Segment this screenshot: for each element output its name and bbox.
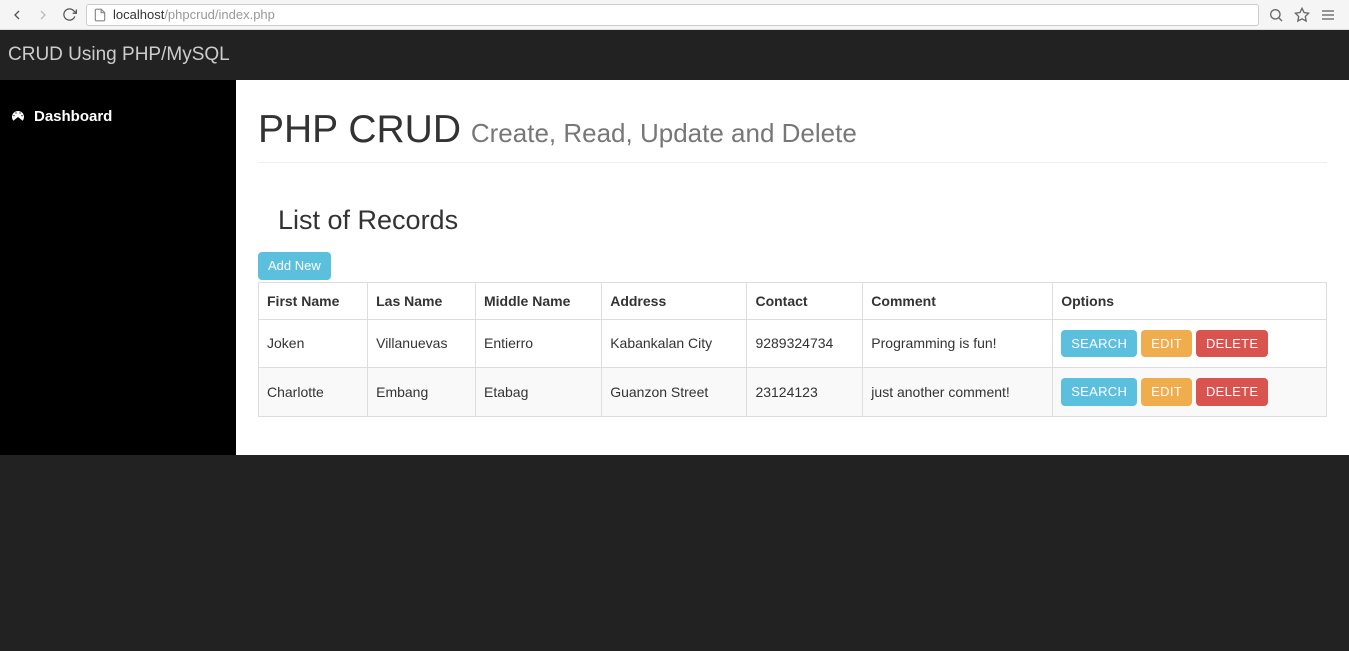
cell-first: Joken bbox=[259, 319, 368, 368]
cell-middle: Entierro bbox=[476, 319, 602, 368]
cell-contact: 9289324734 bbox=[747, 319, 863, 368]
cell-last: Villanuevas bbox=[368, 319, 476, 368]
zoom-button[interactable] bbox=[1267, 6, 1285, 24]
delete-button[interactable]: DELETE bbox=[1196, 330, 1268, 358]
zoom-icon bbox=[1268, 7, 1284, 23]
reload-icon bbox=[62, 7, 77, 22]
address-bar[interactable]: localhost/phpcrud/index.php bbox=[86, 4, 1259, 26]
table-row: CharlotteEmbangEtabagGuanzon Street23124… bbox=[259, 368, 1327, 417]
page-icon bbox=[93, 8, 107, 22]
sidebar-item-dashboard[interactable]: Dashboard bbox=[0, 98, 236, 135]
sidebar-item-label: Dashboard bbox=[34, 108, 112, 125]
reload-button[interactable] bbox=[60, 6, 78, 24]
col-comment: Comment bbox=[863, 282, 1053, 319]
cell-options: SEARCHEDITDELETE bbox=[1053, 319, 1327, 368]
url-host: localhost bbox=[113, 7, 164, 22]
delete-button[interactable]: DELETE bbox=[1196, 378, 1268, 406]
cell-first: Charlotte bbox=[259, 368, 368, 417]
cell-comment: Programming is fun! bbox=[863, 319, 1053, 368]
arrow-right-icon bbox=[35, 7, 51, 23]
main-content: PHP CRUD Create, Read, Update and Delete… bbox=[236, 80, 1349, 455]
cell-comment: just another comment! bbox=[863, 368, 1053, 417]
cell-address: Kabankalan City bbox=[602, 319, 747, 368]
menu-button[interactable] bbox=[1319, 6, 1337, 24]
page-title: PHP CRUD bbox=[258, 108, 461, 151]
col-contact: Contact bbox=[747, 282, 863, 319]
cell-address: Guanzon Street bbox=[602, 368, 747, 417]
page-header: PHP CRUD Create, Read, Update and Delete bbox=[258, 108, 1327, 163]
cell-options: SEARCHEDITDELETE bbox=[1053, 368, 1327, 417]
col-first-name: First Name bbox=[259, 282, 368, 319]
arrow-left-icon bbox=[9, 7, 25, 23]
back-button[interactable] bbox=[8, 6, 26, 24]
sidebar: Dashboard bbox=[0, 80, 236, 455]
add-new-button[interactable]: Add New bbox=[258, 252, 331, 280]
forward-button[interactable] bbox=[34, 6, 52, 24]
cell-last: Embang bbox=[368, 368, 476, 417]
search-button[interactable]: SEARCH bbox=[1061, 330, 1137, 358]
col-middle-name: Middle Name bbox=[476, 282, 602, 319]
search-button[interactable]: SEARCH bbox=[1061, 378, 1137, 406]
records-table: First Name Las Name Middle Name Address … bbox=[258, 282, 1327, 417]
star-icon bbox=[1294, 7, 1310, 23]
cell-contact: 23124123 bbox=[747, 368, 863, 417]
edit-button[interactable]: EDIT bbox=[1141, 330, 1192, 358]
cell-middle: Etabag bbox=[476, 368, 602, 417]
dashboard-icon bbox=[10, 109, 26, 125]
sub-header: List of Records bbox=[278, 205, 1327, 236]
browser-toolbar: localhost/phpcrud/index.php bbox=[0, 0, 1349, 30]
url-path: /phpcrud/index.php bbox=[164, 7, 275, 22]
col-options: Options bbox=[1053, 282, 1327, 319]
navbar-brand[interactable]: CRUD Using PHP/MySQL bbox=[8, 44, 230, 66]
col-last-name: Las Name bbox=[368, 282, 476, 319]
edit-button[interactable]: EDIT bbox=[1141, 378, 1192, 406]
navbar: CRUD Using PHP/MySQL bbox=[0, 30, 1349, 80]
menu-icon bbox=[1320, 7, 1336, 23]
address-url: localhost/phpcrud/index.php bbox=[113, 7, 275, 22]
page-subtitle: Create, Read, Update and Delete bbox=[471, 118, 857, 148]
col-address: Address bbox=[602, 282, 747, 319]
bookmark-button[interactable] bbox=[1293, 6, 1311, 24]
table-row: JokenVillanuevasEntierroKabankalan City9… bbox=[259, 319, 1327, 368]
